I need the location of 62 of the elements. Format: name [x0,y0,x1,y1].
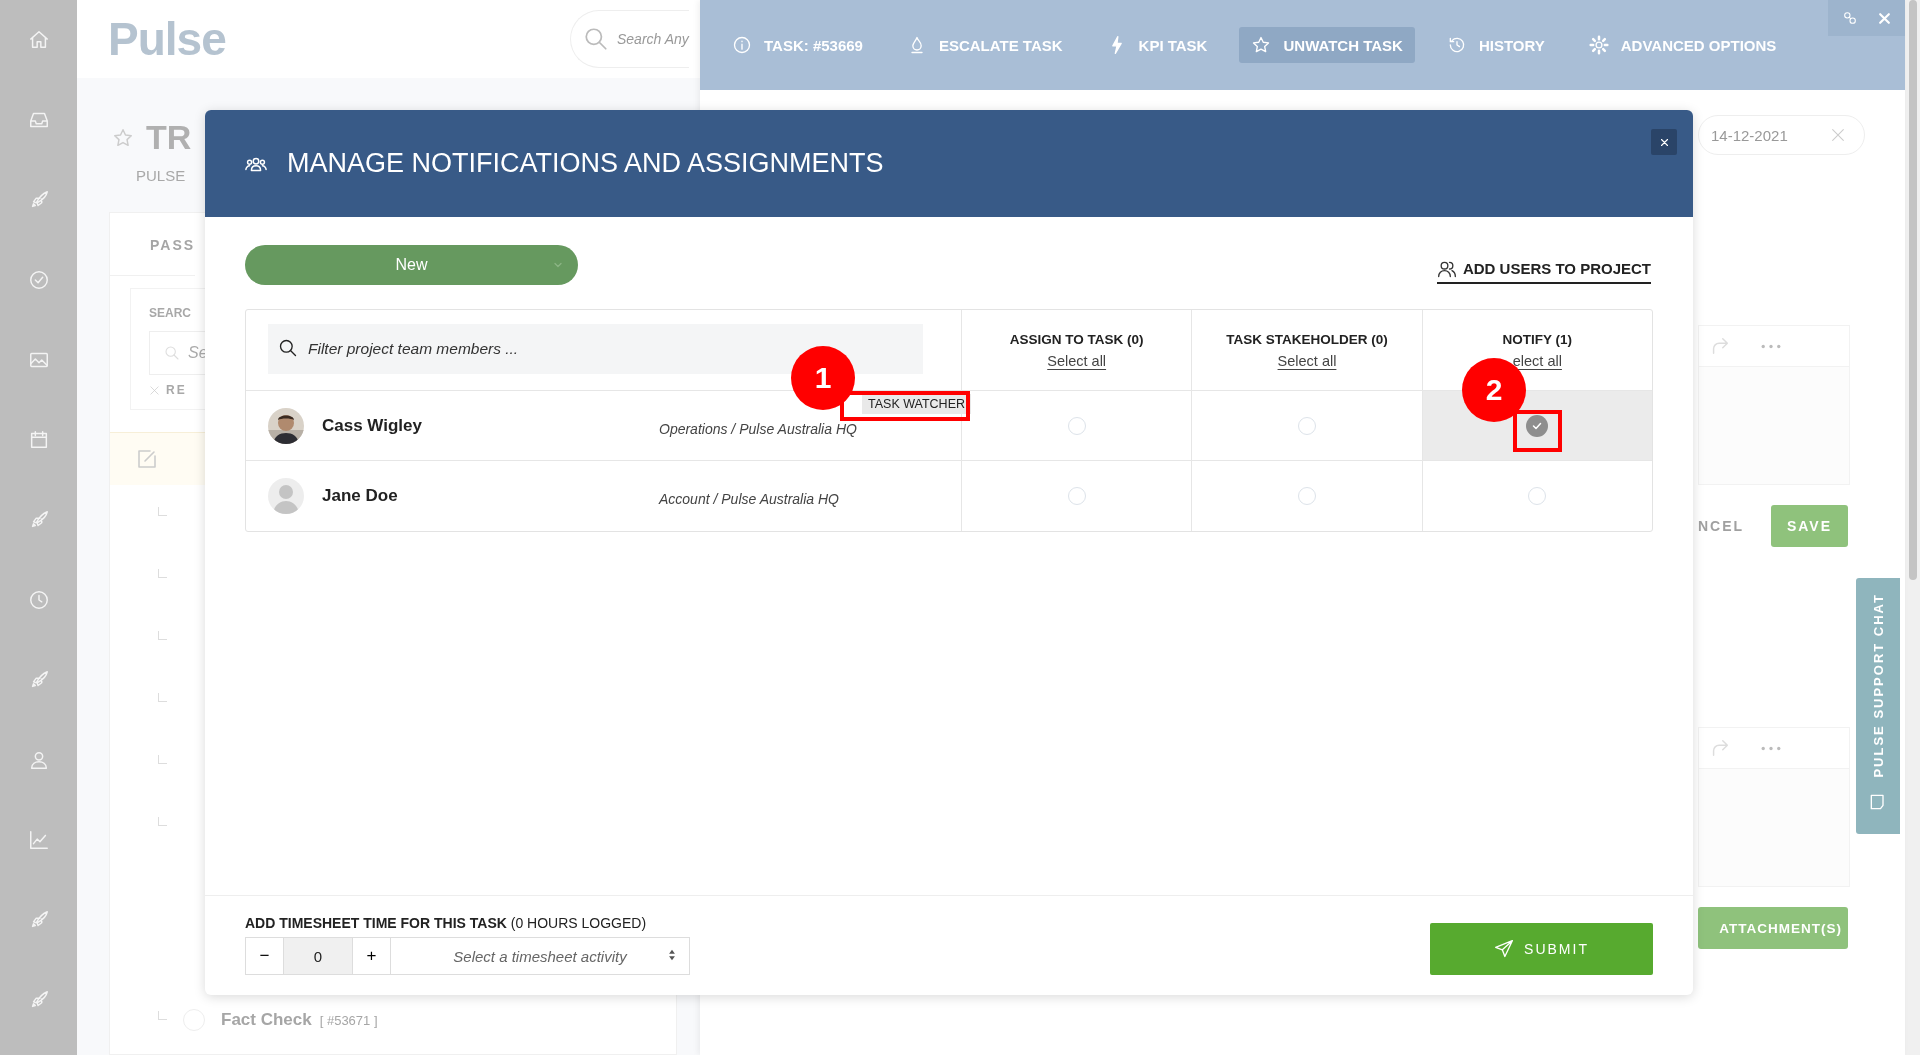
column-header: NOTIFY (1) [1502,331,1573,347]
toolbar-item[interactable]: ADVANCED OPTIONS [1576,27,1789,63]
submit-button[interactable]: SUBMIT [1430,923,1653,975]
task-name[interactable]: Fact Check [221,1010,312,1030]
info-icon [732,35,752,55]
send-icon [1494,939,1515,959]
search-icon [583,26,609,52]
edit-icon [135,447,159,471]
clock-icon [27,589,50,611]
column-header: TASK STAKEHOLDER (0) [1226,331,1388,347]
member-department: Account / Pulse Australia HQ [659,490,840,507]
toolbar-item[interactable]: ESCALATE TASK [894,27,1075,63]
close-icon [1878,11,1891,25]
chart-icon [27,829,50,851]
close-icon [149,384,160,396]
star-icon [1251,35,1272,55]
column-header: ASSIGN TO TASK (0) [1009,331,1144,347]
toolbar-item[interactable]: UNWATCH TASK [1239,27,1415,63]
avatar-icon [268,478,304,514]
hours-value[interactable]: 0 [283,938,353,974]
timesheet-label: ADD TIMESHEET TIME FOR THIS TASK (0 HOURS LOGGED) [245,915,648,931]
toolbar-item[interactable]: KPI TASK [1094,27,1220,63]
check-circle-icon [27,269,50,291]
toolbar-item[interactable]: HISTORY [1434,27,1557,63]
radio-button[interactable] [1298,487,1316,505]
logo: Pulse [108,12,227,66]
status-dropdown[interactable]: New [245,245,578,285]
page-subtitle: PULSE [136,167,187,184]
page-title: TR [146,118,192,157]
select-all-link[interactable]: Select all [1277,352,1337,369]
member-department: Operations / Pulse Australia HQ [659,419,858,437]
select-all-link[interactable]: Select all [1047,352,1107,369]
search-icon [164,345,180,361]
radio-button[interactable] [1298,416,1316,435]
cancel-button[interactable]: NCEL [1698,518,1745,534]
save-button[interactable]: SAVE [1770,505,1848,547]
search-label: SEARC [149,306,191,320]
close-button[interactable] [1651,129,1677,155]
more-icon[interactable] [1761,343,1781,349]
support-chat-tab[interactable]: PULSE SUPPORT CHAT [1856,578,1900,834]
close-icon [1659,137,1669,147]
radio-button[interactable] [1528,487,1547,505]
reset-link[interactable]: RE [166,383,187,397]
add-users-link[interactable]: ADD USERS TO PROJECT [1436,258,1651,284]
radio-button[interactable] [1067,487,1086,505]
page-tab[interactable]: PASS [110,213,196,276]
modal-title: MANAGE NOTIFICATIONS AND ASSIGNMENTS [287,148,884,179]
checked-radio[interactable] [1526,414,1549,437]
radio-button[interactable] [1067,416,1086,435]
task-id: [ #53671 ] [319,1012,378,1028]
attachments-button[interactable]: ATTACHMENT(S) [1698,907,1848,949]
more-icon[interactable] [1761,745,1781,751]
member-name: Jane Doe [322,486,399,506]
search-icon [278,338,298,358]
toolbar-item[interactable]: TASK: #53669 [720,27,875,63]
close-icon [1830,127,1846,143]
member-name: Cass Wigley [322,415,423,436]
home-icon [27,29,50,51]
activity-select[interactable]: Select a timesheet activity [390,938,689,974]
link-icon [1842,10,1858,26]
scrollbar-thumb[interactable] [1908,0,1917,580]
star-icon [112,126,134,149]
